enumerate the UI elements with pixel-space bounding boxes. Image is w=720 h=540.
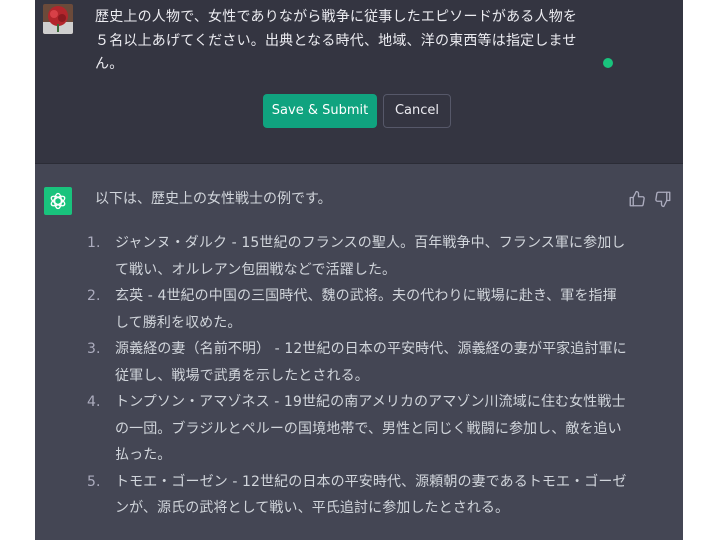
- thumbs-up-icon[interactable]: [628, 190, 646, 208]
- list-item-text: 玄英 - 4世紀の中国の三国時代、魏の武将。夫の代わりに戦場に赴き、軍を指揮して…: [115, 288, 617, 331]
- list-item-text: ジャンヌ・ダルク - 15世紀のフランスの聖人。百年戦争中、フランス軍に参加して…: [115, 235, 626, 278]
- list-item-text: 源義経の妻（名前不明） - 12世紀の日本の平安時代、源義経の妻が平家追討軍に従…: [115, 341, 627, 384]
- list-item: 2. 玄英 - 4世紀の中国の三国時代、魏の武将。夫の代わりに戦場に赴き、軍を指…: [87, 283, 627, 336]
- assistant-message-block: 以下は、歴史上の女性戦士の例です。 1. ジャンヌ・ダルク - 15世紀のフラン…: [35, 164, 683, 540]
- cancel-button[interactable]: Cancel: [383, 94, 451, 128]
- thumbs-down-icon[interactable]: [654, 190, 672, 208]
- openai-logo-icon: [50, 192, 66, 210]
- edit-message-textarea[interactable]: 歴史上の人物で、女性でありながら戦争に従事したエピソードがある人物を ５名以上あ…: [95, 6, 620, 77]
- list-item: 1. ジャンヌ・ダルク - 15世紀のフランスの聖人。百年戦争中、フランス軍に参…: [87, 230, 627, 283]
- list-item-number: 3.: [87, 341, 101, 357]
- assistant-avatar: [44, 187, 72, 215]
- assistant-intro-text: 以下は、歴史上の女性戦士の例です。: [95, 191, 332, 207]
- user-message-block: 歴史上の人物で、女性でありながら戦争に従事したエピソードがある人物を ５名以上あ…: [35, 0, 683, 164]
- list-item-number: 5.: [87, 473, 101, 490]
- chat-thread: 歴史上の人物で、女性でありながら戦争に従事したエピソードがある人物を ５名以上あ…: [35, 0, 683, 540]
- list-item: 3. 源義経の妻（名前不明） - 12世紀の日本の平安時代、源義経の妻が平家追討…: [87, 336, 627, 389]
- list-item-text: トモエ・ゴーゼン - 12世紀の日本の平安時代、源頼朝の妻であるトモエ・ゴーゼン…: [115, 473, 627, 517]
- list-item: 5. トモエ・ゴーゼン - 12世紀の日本の平安時代、源頼朝の妻であるトモエ・ゴ…: [87, 469, 627, 522]
- user-avatar-photo-icon: [43, 4, 73, 34]
- answer-list: 1. ジャンヌ・ダルク - 15世紀のフランスの聖人。百年戦争中、フランス軍に参…: [87, 230, 627, 522]
- user-avatar: [43, 4, 73, 34]
- save-submit-button[interactable]: Save & Submit: [263, 94, 377, 128]
- list-item: 4. トンプソン・アマゾネス - 19世紀の南アメリカのアマゾン川流域に住む女性…: [87, 389, 627, 469]
- list-item-number: 4.: [87, 394, 101, 410]
- list-item-number: 1.: [87, 235, 101, 251]
- list-item-number: 2.: [87, 288, 101, 304]
- status-dot: [603, 58, 613, 68]
- list-item-text: トンプソン・アマゾネス - 19世紀の南アメリカのアマゾン川流域に住む女性戦士の…: [115, 394, 626, 463]
